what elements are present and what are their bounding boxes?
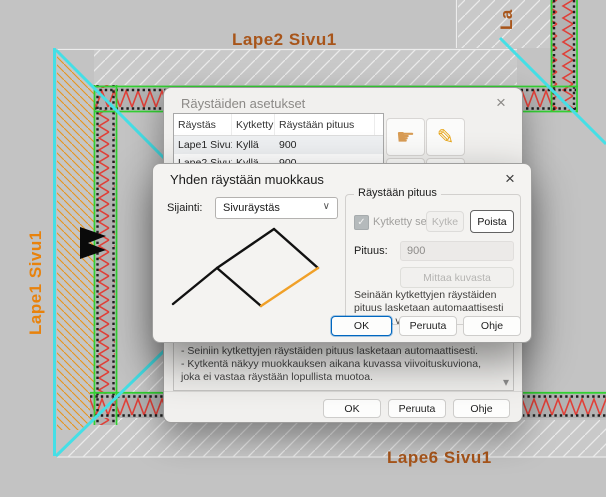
cell-eave: Lape1 Sivu1: [174, 139, 232, 151]
pencil-icon: ✎: [437, 125, 455, 150]
table-row[interactable]: Lape1 Sivu1 Kyllä 900: [174, 136, 383, 154]
close-icon[interactable]: ×: [497, 167, 523, 191]
cell-connected: Kyllä: [232, 139, 275, 151]
cancel-button[interactable]: Peruuta: [388, 399, 446, 418]
help-button[interactable]: Ohje: [453, 399, 510, 418]
location-label: Sijainti:: [167, 202, 202, 214]
note-line: - Kytkentä näkyy muokkauksen aikana kuva…: [181, 358, 495, 384]
dialog-title: Yhden räystään muokkaus: [170, 172, 324, 187]
eave-preview-drawing: [161, 219, 343, 327]
pick-eave-button[interactable]: ☛: [386, 118, 425, 156]
length-field[interactable]: 900: [400, 241, 514, 261]
help-button[interactable]: Ohje: [463, 316, 521, 336]
table-header: Räystäs Kytketty Räystään pituus: [174, 114, 383, 136]
length-value: 900: [407, 245, 425, 257]
bottom-gable-hatch: [163, 420, 606, 457]
hand-pointer-icon: ☛: [396, 125, 415, 150]
col-length: Räystään pituus: [275, 114, 375, 135]
chevron-down-icon: ∨: [323, 201, 330, 212]
edit-eave-dialog: Yhden räystään muokkaus × Sijainti: Sivu…: [152, 163, 532, 343]
divider: [164, 391, 522, 392]
roof-label-lape6: Lape6 Sivu1: [387, 448, 492, 468]
connect-button[interactable]: Kytke: [426, 211, 464, 232]
roof-label-clipped: La: [497, 9, 517, 30]
location-value: Sivuräystäs: [223, 202, 280, 214]
top-gable-hatch: [57, 50, 517, 85]
roof-label-lape2: Lape2 Sivu1: [232, 30, 337, 50]
length-label: Pituus:: [354, 245, 388, 257]
edit-eave-button[interactable]: ✎: [426, 118, 465, 156]
note-line: - Seiniin kytkettyjen räystäiden pituus …: [181, 345, 495, 358]
measure-from-drawing-button[interactable]: Mittaa kuvasta: [400, 267, 514, 288]
left-eave-band: [96, 85, 115, 425]
roof-label-lape1: Lape1 Sivu1: [26, 230, 46, 335]
remove-button[interactable]: Poista: [470, 210, 514, 233]
cad-viewport: Lape2 Sivu1 Lape1 Sivu1 Lape6 Sivu1 La R…: [0, 0, 606, 497]
ok-button[interactable]: OK: [331, 316, 392, 336]
location-select[interactable]: Sivuräystäs ∨: [215, 197, 338, 219]
cancel-button[interactable]: Peruuta: [399, 316, 457, 336]
eave-length-group: Räystään pituus ✓ Kytketty seinään Kytke…: [345, 194, 521, 325]
selected-eave-segment: [261, 268, 318, 306]
col-eave: Räystäs: [174, 114, 232, 135]
close-icon[interactable]: ×: [488, 91, 514, 115]
ok-button[interactable]: OK: [323, 399, 381, 418]
dialog-title: Räystäiden asetukset: [181, 96, 305, 111]
scroll-down-icon[interactable]: ▾: [503, 376, 509, 388]
col-connected: Kytketty: [232, 114, 275, 135]
group-legend: Räystään pituus: [354, 187, 441, 199]
cell-length: 900: [275, 139, 375, 151]
connected-to-wall-checkbox[interactable]: ✓: [354, 215, 369, 230]
